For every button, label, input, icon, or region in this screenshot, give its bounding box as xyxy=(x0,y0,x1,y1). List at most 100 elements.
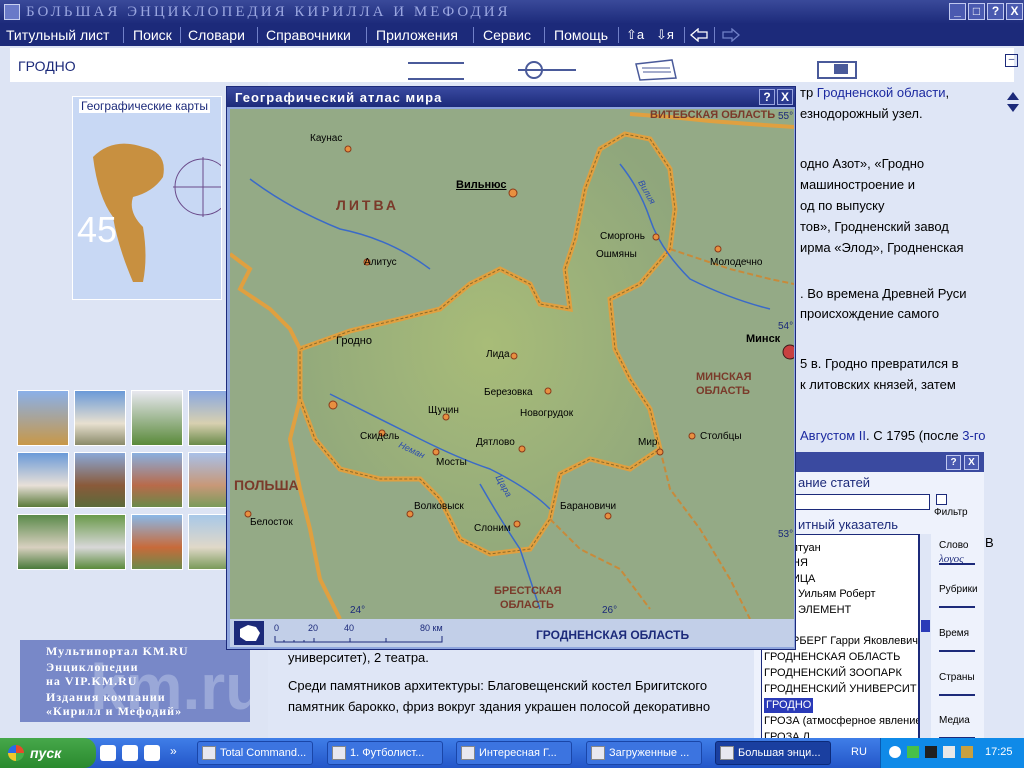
menu-dictionaries[interactable]: Словари xyxy=(188,26,245,44)
globe-icon[interactable] xyxy=(939,684,975,696)
map-city-label[interactable]: Ошмяны xyxy=(596,249,637,260)
menu-applications[interactable]: Приложения xyxy=(376,26,458,44)
rubrics-icon[interactable] xyxy=(939,596,975,608)
quicklaunch-icon[interactable] xyxy=(100,745,116,761)
close-button[interactable]: X xyxy=(1006,3,1023,20)
list-item[interactable]: ГРОДНЕНСКАЯ ОБЛАСТЬ xyxy=(764,650,900,665)
filter-checkbox[interactable] xyxy=(936,494,947,505)
index-close-button[interactable]: X xyxy=(964,455,979,470)
minimize-button[interactable]: _ xyxy=(949,3,966,20)
list-item[interactable]: ГРОДНЕНСКИЙ УНИВЕРСИТ xyxy=(764,682,917,697)
article-link[interactable]: Августом II xyxy=(800,428,866,443)
map-city-label[interactable]: Березовка xyxy=(484,387,533,398)
list-item-selected[interactable]: ГРОДНО xyxy=(764,698,814,713)
side-media-label[interactable]: Медиа xyxy=(939,715,970,726)
map-city-label[interactable]: Столбцы xyxy=(700,431,742,442)
help-button[interactable]: ? xyxy=(987,3,1004,20)
thumbnail-manor[interactable] xyxy=(17,514,69,570)
menu-references[interactable]: Справочники xyxy=(266,26,351,44)
tray-icon[interactable] xyxy=(943,746,955,758)
start-button[interactable]: пуск xyxy=(0,738,96,768)
map-city-label[interactable]: Лида xyxy=(486,349,510,360)
map-area[interactable]: Гродно Каунас Вильнюс Алитус Сморгонь Ош… xyxy=(230,109,794,619)
side-word-label[interactable]: Слово xyxy=(939,540,969,551)
notes-view-icon[interactable] xyxy=(632,58,678,82)
map-city-label[interactable]: Новогрудок xyxy=(520,408,573,419)
font-increase-tool[interactable]: ⇧а xyxy=(626,26,644,44)
map-city-label[interactable]: Белосток xyxy=(250,517,293,528)
map-city-label[interactable]: Щучин xyxy=(428,405,459,416)
side-time-label[interactable]: Время xyxy=(939,628,969,639)
side-rubrics-label[interactable]: Рубрики xyxy=(939,584,978,595)
map-city-label[interactable]: Скидель xyxy=(360,431,399,442)
menu-title-page[interactable]: Титульный лист xyxy=(6,26,109,44)
word-icon[interactable]: λογος xyxy=(939,553,975,565)
list-item[interactable]: птуан xyxy=(792,541,821,556)
atlas-close-button[interactable]: X xyxy=(777,89,793,105)
menu-help[interactable]: Помощь xyxy=(554,26,608,44)
maximize-button[interactable]: □ xyxy=(968,3,985,20)
thumbnail-church[interactable] xyxy=(74,390,126,446)
map-city-label[interactable]: Барановичи xyxy=(560,501,616,512)
geo-maps-thumbnail[interactable]: Географические карты 45 xyxy=(72,96,222,300)
clock[interactable]: 17:25 xyxy=(985,746,1013,758)
tray-icon[interactable] xyxy=(925,746,937,758)
map-city-label[interactable]: Волковыск xyxy=(414,501,464,512)
map-city-label[interactable]: Мир xyxy=(638,437,657,448)
list-item[interactable]: Уильям Роберт xyxy=(798,587,876,602)
thumbnail-brick-church[interactable] xyxy=(131,452,183,508)
index-search-input[interactable] xyxy=(790,494,930,510)
map-city-label[interactable]: Алитус xyxy=(364,257,397,268)
menu-search[interactable]: Поиск xyxy=(133,26,172,44)
quicklaunch-chevron-icon[interactable]: » xyxy=(170,744,177,758)
list-item[interactable]: ГРОЗА (атмосферное явление xyxy=(764,714,918,729)
task-footballer[interactable]: 1. Футболист... xyxy=(327,741,443,765)
map-city-label[interactable]: Минск xyxy=(746,333,780,345)
thumbnail-tower[interactable] xyxy=(131,514,183,570)
scroll-down-icon[interactable] xyxy=(1007,104,1019,112)
menu-service[interactable]: Сервис xyxy=(483,26,531,44)
list-item[interactable]: ГРОДНЕНСКИЙ ЗООПАРК xyxy=(764,666,902,681)
belarus-outline-icon[interactable] xyxy=(234,621,264,645)
text-view-icon[interactable] xyxy=(408,62,464,80)
map-city-label[interactable]: Гродно xyxy=(336,335,372,347)
atlas-help-button[interactable]: ? xyxy=(759,89,775,105)
list-item[interactable]: РБЕРГ Гарри Яковлевич xyxy=(792,634,918,649)
task-downloads[interactable]: Загруженные ... xyxy=(586,741,702,765)
tray-icon[interactable] xyxy=(907,746,919,758)
scroll-up-icon[interactable] xyxy=(1007,92,1019,100)
media-player-icon[interactable] xyxy=(122,745,138,761)
map-city-label[interactable]: Каунас xyxy=(310,133,342,144)
forward-arrow-icon[interactable] xyxy=(722,28,740,42)
tray-icon[interactable] xyxy=(889,746,901,758)
article-link[interactable]: Гродненской области xyxy=(817,85,946,100)
thumbnail-chapel[interactable] xyxy=(74,514,126,570)
scrollbar-thumb[interactable] xyxy=(921,620,930,632)
map-city-label[interactable]: Дятлово xyxy=(476,437,515,448)
map-city-label[interactable]: Слоним xyxy=(474,523,511,534)
task-interesting[interactable]: Интересная Г... xyxy=(456,741,572,765)
thumbnail-map[interactable] xyxy=(17,390,69,446)
collapse-icon[interactable]: – xyxy=(1005,54,1018,67)
thumbnail-cathedral[interactable] xyxy=(17,452,69,508)
list-item[interactable]: ЭЛЕМЕНТ xyxy=(798,603,851,618)
save-icon[interactable] xyxy=(144,745,160,761)
font-decrease-tool[interactable]: ⇩я xyxy=(656,26,674,44)
gallery-view-icon[interactable] xyxy=(814,58,860,82)
speaker-icon[interactable] xyxy=(961,746,973,758)
map-city-label[interactable]: Мосты xyxy=(436,457,467,468)
thumbnail-wooden-house[interactable] xyxy=(74,452,126,508)
map-city-label[interactable]: Молодечно xyxy=(710,257,762,268)
map-city-label[interactable]: Сморгонь xyxy=(600,231,645,242)
thumbnail-landscape[interactable] xyxy=(131,390,183,446)
media-view-icon[interactable] xyxy=(516,58,578,82)
time-icon[interactable] xyxy=(939,640,975,652)
side-countries-label[interactable]: Страны xyxy=(939,672,975,683)
article-link[interactable]: 3-го xyxy=(962,428,985,443)
back-arrow-icon[interactable] xyxy=(690,28,708,42)
portal-banner[interactable]: km.ru Мультипортал KM.RU Энциклопедии на… xyxy=(20,640,250,722)
task-encyclopedia[interactable]: Большая энци... xyxy=(715,741,831,765)
map-city-label[interactable]: Вильнюс xyxy=(456,179,506,191)
index-list-scrollbar[interactable] xyxy=(919,534,931,742)
task-total-commander[interactable]: Total Command... xyxy=(197,741,313,765)
